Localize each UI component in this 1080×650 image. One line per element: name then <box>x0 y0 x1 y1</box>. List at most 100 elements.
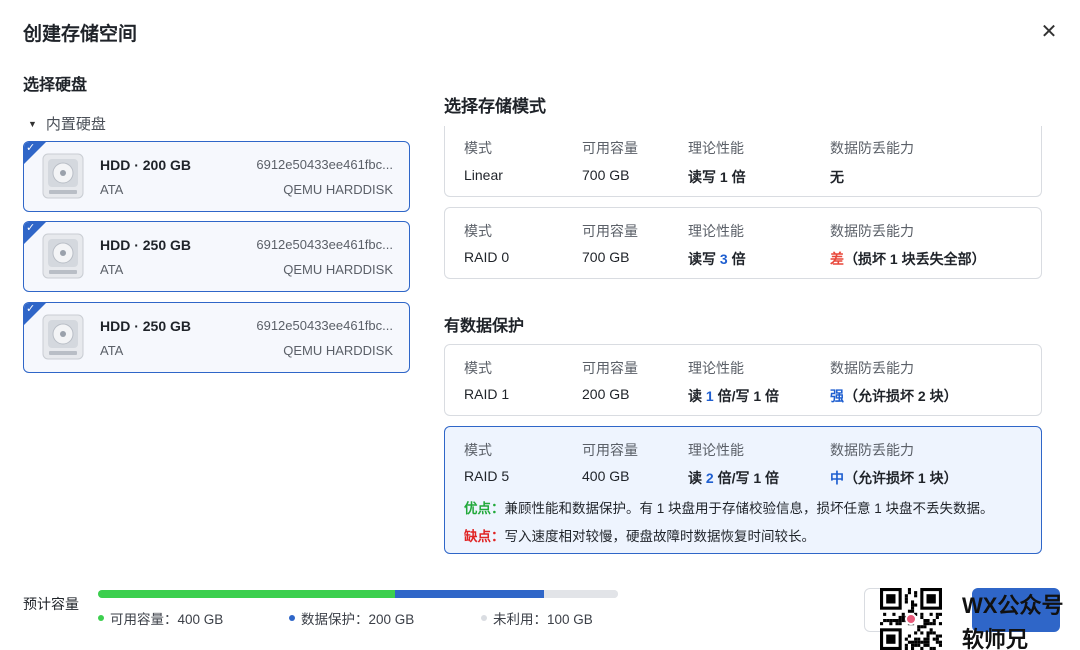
legend-label: 数据保护：200 GB <box>301 612 415 627</box>
mode-capacity: 700 GB <box>582 249 630 265</box>
disk-name: HDD · 250 GB <box>100 318 192 334</box>
capacity-legend-item: 未利用：100 GB <box>481 608 593 628</box>
disk-serial: 6912e50433ee461fbc... <box>256 237 393 252</box>
performance-multiplier: 2 <box>705 470 714 486</box>
disk-serial: 6912e50433ee461fbc... <box>256 157 393 172</box>
capacity-legend-item: 数据保护：200 GB <box>289 608 414 628</box>
mode-protection: 差（损坏 1 块丢失全部） <box>830 249 986 269</box>
protection-detail: （允许损坏 1 块） <box>844 470 958 486</box>
cons-note: 缺点：写入速度相对较慢，硬盘故障时数据恢复时间较长。 <box>464 525 815 545</box>
mode-protection: 无 <box>830 167 844 187</box>
protection-level: 中 <box>830 470 844 486</box>
dialog-title: 创建存储空间 <box>23 24 138 45</box>
protection-level: 强 <box>830 388 844 404</box>
performance-multiplier: 1 <box>705 388 714 404</box>
performance-text: 读写 1 倍 <box>688 169 746 185</box>
performance-text: 倍/写 1 倍 <box>713 470 780 486</box>
capacity-segment <box>395 590 544 598</box>
protection-level: 无 <box>830 169 844 185</box>
mode-performance: 读写 3 倍 <box>688 249 746 269</box>
mode-protection: 中（允许损坏 1 块） <box>830 468 958 488</box>
storage-mode-card[interactable]: 模式 可用容量 理论性能 数据防丢能力 RAID 0 700 GB 读写 3 倍… <box>444 207 1042 279</box>
mode-protection: 强（允许损坏 2 块） <box>830 386 958 406</box>
legend-dot-icon <box>481 615 487 621</box>
header-mode: 模式 <box>464 140 492 156</box>
header-capacity: 可用容量 <box>582 360 638 376</box>
header-protection: 数据防丢能力 <box>830 223 914 239</box>
hard-disk-icon <box>42 153 84 199</box>
header-performance: 理论性能 <box>688 442 744 458</box>
mode-name: RAID 5 <box>464 468 510 484</box>
disk-model: QEMU HARDDISK <box>283 182 393 197</box>
disk-select-title: 选择硬盘 <box>23 77 88 94</box>
check-icon: ✓ <box>26 222 36 234</box>
disk-card[interactable]: ✓ HDD · 200 GB 6912e50433ee461fbc... ATA… <box>23 141 410 212</box>
watermark: WX公众号 软师兄 <box>876 586 1080 650</box>
disk-name: HDD · 250 GB <box>100 237 192 253</box>
header-protection: 数据防丢能力 <box>830 140 914 156</box>
pros-label: 优点： <box>464 501 505 516</box>
storage-mode-card[interactable]: 模式 可用容量 理论性能 数据防丢能力 RAID 5 400 GB 读 2 倍/… <box>444 426 1042 554</box>
storage-mode-card[interactable]: 模式 可用容量 理论性能 数据防丢能力 Linear 700 GB 读写 1 倍… <box>444 126 1042 197</box>
performance-text: 读 <box>688 388 706 404</box>
hard-disk-icon <box>42 233 84 279</box>
cons-label: 缺点： <box>464 529 505 544</box>
capacity-bar <box>98 590 618 598</box>
legend-dot-icon <box>98 615 104 621</box>
performance-text: 读写 <box>688 251 720 267</box>
header-mode: 模式 <box>464 223 492 239</box>
header-protection: 数据防丢能力 <box>830 442 914 458</box>
header-performance: 理论性能 <box>688 140 744 156</box>
mode-capacity: 400 GB <box>582 468 630 484</box>
disk-group-label: 内置硬盘 <box>45 116 106 133</box>
watermark-line1: WX公众号 <box>962 593 1064 618</box>
protection-detail: （允许损坏 2 块） <box>844 388 958 404</box>
performance-text: 读 <box>688 470 706 486</box>
disk-card[interactable]: ✓ HDD · 250 GB 6912e50433ee461fbc... ATA… <box>23 302 410 373</box>
mode-capacity: 200 GB <box>582 386 630 402</box>
mode-performance: 读 2 倍/写 1 倍 <box>688 468 779 488</box>
close-icon[interactable]: ✕ <box>1038 22 1060 44</box>
disk-card[interactable]: ✓ HDD · 250 GB 6912e50433ee461fbc... ATA… <box>23 221 410 292</box>
check-icon: ✓ <box>26 142 36 154</box>
header-mode: 模式 <box>464 442 492 458</box>
disk-serial: 6912e50433ee461fbc... <box>256 318 393 333</box>
performance-multiplier: 3 <box>719 251 728 267</box>
capacity-segment <box>98 590 396 598</box>
performance-text: 倍 <box>727 251 746 267</box>
header-mode: 模式 <box>464 360 492 376</box>
mode-name: Linear <box>464 167 503 183</box>
mode-performance: 读写 1 倍 <box>688 167 746 187</box>
header-protection: 数据防丢能力 <box>830 360 914 376</box>
mode-name: RAID 0 <box>464 249 510 265</box>
caret-down-icon: ▼ <box>28 118 37 129</box>
disk-model: QEMU HARDDISK <box>283 343 393 358</box>
legend-label: 未利用：100 GB <box>493 612 593 627</box>
cons-text: 写入速度相对较慢，硬盘故障时数据恢复时间较长。 <box>504 529 816 544</box>
disk-bus: ATA <box>100 182 124 197</box>
mode-performance: 读 1 倍/写 1 倍 <box>688 386 779 406</box>
mode-capacity: 700 GB <box>582 167 630 183</box>
disk-name: HDD · 200 GB <box>100 157 192 173</box>
header-capacity: 可用容量 <box>582 223 638 239</box>
capacity-label: 预计容量 <box>23 596 79 612</box>
disk-group-toggle[interactable]: ▼ 内置硬盘 <box>28 113 106 134</box>
header-capacity: 可用容量 <box>582 442 638 458</box>
legend-dot-icon <box>289 615 295 621</box>
pros-text: 兼顾性能和数据保护。有 1 块盘用于存储校验信息，损坏任意 1 块盘不丢失数据。 <box>504 501 994 516</box>
qr-code-icon <box>880 588 958 650</box>
mode-name: RAID 1 <box>464 386 510 402</box>
check-icon: ✓ <box>26 303 36 315</box>
storage-mode-card[interactable]: 模式 可用容量 理论性能 数据防丢能力 RAID 1 200 GB 读 1 倍/… <box>444 344 1042 416</box>
protected-section-title: 有数据保护 <box>444 318 525 335</box>
capacity-legend-item: 可用容量：400 GB <box>98 608 223 628</box>
performance-text: 倍/写 1 倍 <box>713 388 780 404</box>
capacity-segment <box>543 590 618 598</box>
header-performance: 理论性能 <box>688 223 744 239</box>
header-capacity: 可用容量 <box>582 140 638 156</box>
pros-note: 优点：兼顾性能和数据保护。有 1 块盘用于存储校验信息，损坏任意 1 块盘不丢失… <box>464 497 994 517</box>
mode-select-title: 选择存储模式 <box>444 97 546 116</box>
protection-level: 差 <box>830 251 844 267</box>
protection-detail: （损坏 1 块丢失全部） <box>844 251 986 267</box>
hard-disk-icon <box>42 314 84 360</box>
